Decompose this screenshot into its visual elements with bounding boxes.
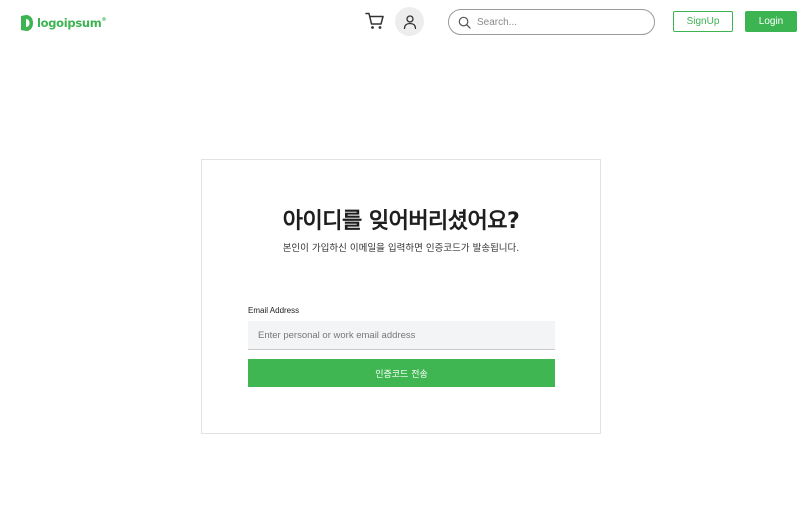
cart-icon (365, 12, 384, 29)
logo-text: logoipsum® (37, 16, 107, 30)
search-input[interactable] (477, 16, 637, 28)
email-field[interactable] (248, 321, 555, 350)
cart-button[interactable] (365, 12, 385, 30)
find-id-card: 아이디를 잊어버리셨어요? 본인이 가입하신 이메일을 입력하면 인증코드가 발… (201, 159, 601, 434)
page-title: 아이디를 잊어버리셨어요? (282, 209, 520, 234)
logo[interactable]: logoipsum® (20, 14, 106, 32)
signup-button[interactable]: SignUp (673, 11, 733, 32)
email-label: Email Address (248, 306, 300, 315)
user-account-button[interactable] (395, 7, 424, 36)
page-subtitle: 본인이 가입하신 이메일을 입력하면 인증코드가 발송됩니다. (282, 243, 520, 254)
search-bar[interactable] (448, 9, 655, 35)
send-verification-code-button[interactable]: 인증코드 전송 (248, 359, 555, 387)
search-icon (458, 16, 471, 29)
logo-mark-icon (21, 15, 33, 31)
top-navigation-bar: logoipsum® SignUp Login (0, 0, 805, 44)
user-icon (403, 14, 416, 29)
login-button[interactable]: Login (745, 11, 797, 32)
